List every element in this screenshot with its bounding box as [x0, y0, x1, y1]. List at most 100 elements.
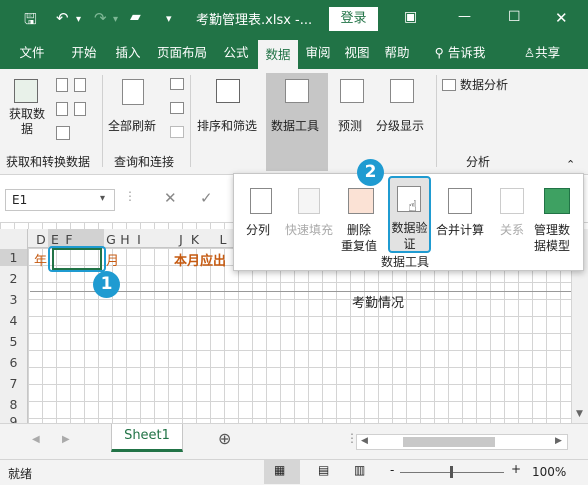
data-analysis-icon	[442, 79, 456, 91]
grid-view-icon: ▦	[274, 463, 286, 477]
consolidate-button[interactable]: 合并计算	[434, 178, 490, 248]
recent-sources-icon[interactable]	[74, 102, 86, 116]
horizontal-scrollbar[interactable]: ◀ ▶	[356, 434, 568, 450]
existing-connections-icon[interactable]	[56, 126, 70, 140]
selection-callout	[48, 246, 106, 272]
tab-formulas[interactable]: 公式	[218, 37, 254, 69]
outline-button[interactable]: 分级显示	[374, 73, 432, 153]
ribbon-tabs: 文件 开始 插入 页面布局 公式 数据 审阅 视图 帮助 ⚲ 告诉我 ♙共享	[0, 37, 588, 69]
filter-icon	[216, 79, 240, 103]
from-text-icon[interactable]	[56, 78, 68, 92]
maximize-icon[interactable]: ☐	[508, 9, 521, 25]
get-data-button[interactable]: 获取数 据	[4, 73, 50, 153]
outline-label: 分级显示	[376, 119, 425, 133]
tab-page-layout[interactable]: 页面布局	[152, 37, 212, 69]
from-web-icon[interactable]	[74, 78, 86, 92]
tab-view[interactable]: 视图	[340, 37, 374, 69]
flash-fill-icon	[298, 188, 320, 214]
refresh-all-button[interactable]: 全部刷新	[106, 73, 164, 153]
manage-data-model-button[interactable]: 管理数 据模型	[534, 178, 580, 253]
column-header[interactable]: J	[174, 232, 188, 248]
from-table-icon[interactable]	[56, 102, 68, 116]
minimize-icon[interactable]: —	[458, 9, 471, 24]
normal-view-button[interactable]: ▦	[264, 460, 300, 484]
row-header[interactable]: 3	[0, 291, 27, 308]
page-break-view-icon[interactable]: ▥	[354, 463, 365, 477]
flash-fill-label: 快速填充	[285, 223, 334, 237]
tab-insert[interactable]: 插入	[110, 37, 146, 69]
save-icon[interactable]: 🖫	[24, 9, 37, 34]
tab-review[interactable]: 审阅	[301, 37, 335, 69]
ribbon-display-options-icon[interactable]: ▣	[404, 9, 417, 25]
customize-quick-access-icon[interactable]: ▾	[166, 12, 172, 25]
scroll-thumb[interactable]	[403, 437, 495, 447]
split-label: 分列	[246, 223, 271, 237]
status-bar: 就绪 ▦ ▤ ▥ - + 100%	[0, 459, 588, 485]
tab-data[interactable]: 数据	[258, 40, 298, 69]
data-analysis-button[interactable]: 数据分析	[442, 77, 522, 95]
forecast-icon	[340, 79, 364, 103]
tab-home[interactable]: 开始	[66, 37, 102, 69]
row-header[interactable]: 8	[0, 396, 27, 413]
zoom-level[interactable]: 100%	[532, 465, 566, 479]
next-sheet-icon[interactable]: ▶	[62, 434, 70, 445]
remove-duplicates-button[interactable]: 删除 重复值	[340, 178, 384, 253]
sort-filter-label: 排序和筛选	[197, 119, 258, 133]
scroll-left-icon[interactable]: ◀	[361, 436, 368, 446]
row-header[interactable]: 5	[0, 333, 27, 350]
row-header[interactable]: 6	[0, 354, 27, 371]
name-box-value: E1	[12, 193, 28, 207]
column-header[interactable]: D	[34, 232, 48, 248]
tab-file[interactable]: 文件	[14, 37, 50, 69]
login-button[interactable]: 登录	[329, 7, 378, 31]
share-label: 共享	[535, 45, 561, 60]
tab-help[interactable]: 帮助	[380, 37, 414, 69]
column-header[interactable]: G	[104, 232, 118, 248]
data-tools-icon	[285, 79, 309, 103]
row-header[interactable]: 1	[0, 249, 27, 266]
enter-icon[interactable]: ✓	[200, 189, 213, 207]
name-box[interactable]: E1 ▾	[5, 189, 115, 211]
prev-sheet-icon[interactable]: ◀	[32, 434, 40, 445]
scroll-down-icon[interactable]: ▼	[576, 409, 583, 419]
undo-icon[interactable]: ↶	[56, 9, 69, 27]
group-separator	[436, 75, 437, 167]
cancel-icon[interactable]: ✕	[164, 189, 177, 207]
zoom-in-button[interactable]: +	[511, 462, 521, 476]
collapse-ribbon-icon[interactable]: ⌃	[566, 157, 575, 172]
scroll-right-icon[interactable]: ▶	[555, 436, 562, 446]
column-header[interactable]: H	[118, 232, 132, 248]
tell-me-search[interactable]: ⚲ 告诉我	[425, 37, 495, 69]
group-queries-connections: 查询和连接	[114, 155, 175, 169]
cell-title: 考勤情况	[352, 296, 405, 311]
sheet-tab-sheet1[interactable]: Sheet1	[111, 424, 183, 452]
properties-icon[interactable]	[170, 102, 184, 114]
page-layout-view-icon[interactable]: ▤	[318, 463, 329, 477]
close-icon[interactable]: ✕	[555, 9, 568, 27]
zoom-out-button[interactable]: -	[390, 463, 394, 477]
forecast-button[interactable]: 预测	[332, 73, 372, 153]
row-header[interactable]: 2	[0, 270, 27, 287]
open-folder-icon[interactable]: ▰	[130, 9, 141, 25]
row-header[interactable]: 9	[0, 414, 27, 423]
split-button[interactable]: 分列	[242, 178, 278, 248]
add-sheet-icon[interactable]: ⊕	[218, 429, 231, 448]
sort-filter-button[interactable]: 排序和筛选	[194, 73, 264, 153]
group-separator	[190, 75, 191, 167]
undo-dropdown-icon[interactable]: ▾	[76, 14, 81, 25]
title-bar: 🖫 ↶ ▾ ↷ ▾ ▰ ▾ 考勤管理表.xlsx -... 登录 ▣ — ☐ ✕	[0, 0, 588, 37]
data-tools-button[interactable]: 数据工具	[266, 73, 328, 171]
relationships-button: 关系	[494, 178, 530, 248]
mouse-cursor-icon: ☝	[408, 197, 418, 215]
column-header[interactable]: K	[188, 232, 202, 248]
column-header[interactable]: I	[132, 232, 146, 248]
cell-year-label: 年	[34, 254, 48, 269]
zoom-slider-thumb[interactable]	[450, 466, 453, 478]
column-header[interactable]: L	[216, 232, 230, 248]
row-header[interactable]: 4	[0, 312, 27, 329]
redo-icon: ↷	[94, 9, 107, 27]
chevron-down-icon[interactable]: ▾	[100, 193, 105, 204]
queries-connections-icon[interactable]	[170, 78, 184, 90]
share-button[interactable]: ♙共享	[512, 37, 572, 69]
row-header[interactable]: 7	[0, 375, 27, 392]
